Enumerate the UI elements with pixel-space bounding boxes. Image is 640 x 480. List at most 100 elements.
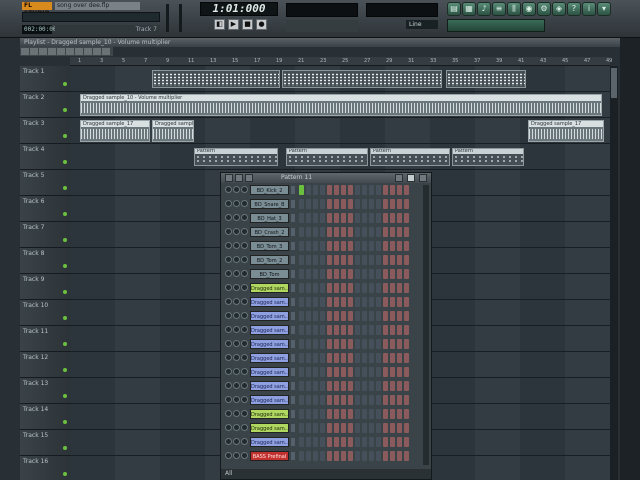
pan-knob[interactable] xyxy=(233,438,240,445)
step-button[interactable] xyxy=(299,255,304,265)
pattern-clip[interactable] xyxy=(282,70,442,88)
select-tool-icon[interactable] xyxy=(66,48,74,55)
step-button[interactable] xyxy=(341,423,346,433)
track-mute-led[interactable] xyxy=(63,82,67,86)
step-button[interactable] xyxy=(355,325,360,335)
pan-knob[interactable] xyxy=(233,396,240,403)
step-button[interactable] xyxy=(348,311,353,321)
channel-select[interactable] xyxy=(291,438,295,446)
mute-led-icon[interactable] xyxy=(225,228,232,235)
channel-select[interactable] xyxy=(291,270,295,278)
step-button[interactable] xyxy=(341,241,346,251)
audio-clip[interactable]: Dragged sample_17 xyxy=(80,120,150,142)
channel-select[interactable] xyxy=(291,298,295,306)
step-button[interactable] xyxy=(327,409,332,419)
step-button[interactable] xyxy=(390,269,395,279)
pan-knob[interactable] xyxy=(233,452,240,459)
step-button[interactable] xyxy=(362,381,367,391)
channel-name-button[interactable]: Dragged sam... xyxy=(250,283,289,293)
step-button[interactable] xyxy=(362,423,367,433)
step-button[interactable] xyxy=(355,353,360,363)
step-button[interactable] xyxy=(390,297,395,307)
step-button[interactable] xyxy=(397,353,402,363)
step-button[interactable] xyxy=(362,325,367,335)
step-button[interactable] xyxy=(397,213,402,223)
step-button[interactable] xyxy=(299,311,304,321)
step-button[interactable] xyxy=(376,367,381,377)
mixer-icon[interactable]: ⫼ xyxy=(507,2,521,16)
sequencer-options-icon[interactable] xyxy=(235,174,243,182)
step-button[interactable] xyxy=(299,367,304,377)
step-button[interactable] xyxy=(390,451,395,461)
step-button[interactable] xyxy=(404,213,409,223)
brush-tool-icon[interactable] xyxy=(30,48,38,55)
mute-led-icon[interactable] xyxy=(225,270,232,277)
track-header[interactable]: Track 3 xyxy=(20,118,70,144)
sequencer-menu-icon[interactable] xyxy=(225,174,233,182)
step-button[interactable] xyxy=(320,269,325,279)
step-button[interactable] xyxy=(404,423,409,433)
step-button[interactable] xyxy=(362,297,367,307)
volume-knob[interactable] xyxy=(241,396,248,403)
step-button[interactable] xyxy=(348,423,353,433)
step-sequencer-titlebar[interactable]: Pattern 11 xyxy=(221,173,431,183)
step-button[interactable] xyxy=(390,423,395,433)
channel-select[interactable] xyxy=(291,242,295,250)
channel-select[interactable] xyxy=(291,340,295,348)
volume-knob[interactable] xyxy=(241,284,248,291)
step-button[interactable] xyxy=(355,451,360,461)
pan-knob[interactable] xyxy=(233,214,240,221)
step-button[interactable] xyxy=(334,311,339,321)
pattern-song-toggle-icon[interactable]: ◧ xyxy=(214,19,225,30)
step-button[interactable] xyxy=(299,297,304,307)
step-button[interactable] xyxy=(306,227,311,237)
step-button[interactable] xyxy=(362,199,367,209)
step-button[interactable] xyxy=(348,255,353,265)
play-tool-icon[interactable] xyxy=(84,48,92,55)
channel-name-button[interactable]: Dragged sam... xyxy=(250,325,289,335)
step-button[interactable] xyxy=(341,339,346,349)
step-button[interactable] xyxy=(404,269,409,279)
pan-knob[interactable] xyxy=(233,368,240,375)
channel-name-button[interactable]: BD_Crash_2 xyxy=(250,227,289,237)
step-button[interactable] xyxy=(404,283,409,293)
volume-knob[interactable] xyxy=(241,256,248,263)
step-button[interactable] xyxy=(404,325,409,335)
track-header[interactable]: Track 1 xyxy=(20,66,70,92)
volume-knob[interactable] xyxy=(241,214,248,221)
step-button[interactable] xyxy=(383,255,388,265)
step-button[interactable] xyxy=(313,325,318,335)
track-header[interactable]: Track 8 xyxy=(20,248,70,274)
track-header[interactable]: Track 13 xyxy=(20,378,70,404)
step-button[interactable] xyxy=(299,227,304,237)
step-button[interactable] xyxy=(397,241,402,251)
step-button[interactable] xyxy=(362,437,367,447)
step-button[interactable] xyxy=(390,185,395,195)
step-button[interactable] xyxy=(390,325,395,335)
step-button[interactable] xyxy=(404,353,409,363)
step-button[interactable] xyxy=(334,283,339,293)
step-button[interactable] xyxy=(327,367,332,377)
step-button[interactable] xyxy=(306,241,311,251)
channel-select[interactable] xyxy=(291,228,295,236)
step-button[interactable] xyxy=(313,269,318,279)
master-volume-slider[interactable] xyxy=(166,4,169,32)
step-button[interactable] xyxy=(341,185,346,195)
step-button[interactable] xyxy=(404,451,409,461)
grid-row-1[interactable] xyxy=(70,66,610,92)
step-button[interactable] xyxy=(404,185,409,195)
mute-led-icon[interactable] xyxy=(225,424,232,431)
step-button[interactable] xyxy=(362,311,367,321)
pan-knob[interactable] xyxy=(233,326,240,333)
step-button[interactable] xyxy=(383,297,388,307)
step-button[interactable] xyxy=(341,255,346,265)
volume-knob[interactable] xyxy=(241,200,248,207)
pan-knob[interactable] xyxy=(233,340,240,347)
slice-tool-icon[interactable] xyxy=(57,48,65,55)
step-button[interactable] xyxy=(376,381,381,391)
step-button[interactable] xyxy=(383,269,388,279)
step-button[interactable] xyxy=(376,297,381,307)
step-button[interactable] xyxy=(348,353,353,363)
playlist-title[interactable]: Playlist - Dragged sample_10 - Volume mu… xyxy=(20,38,620,47)
step-button[interactable] xyxy=(327,241,332,251)
